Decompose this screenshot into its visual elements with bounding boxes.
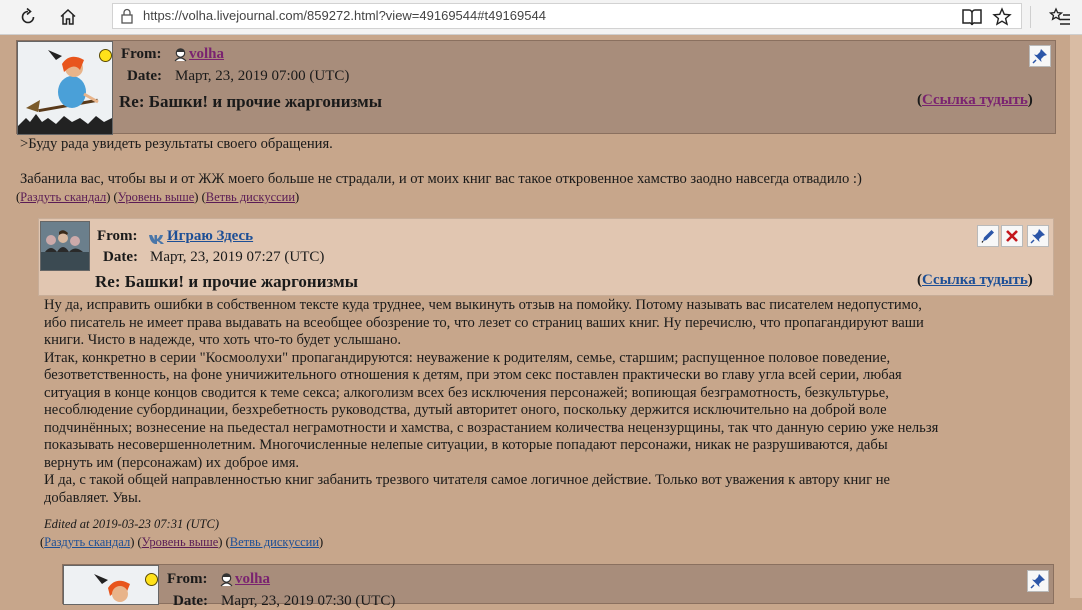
comment-body: Ну да, исправить ошибки в собственном те… [44, 297, 1064, 507]
comment-author-link[interactable]: volha [235, 571, 270, 588]
action-reply-link[interactable]: Раздуть скандал [44, 535, 130, 549]
home-icon[interactable] [54, 3, 82, 31]
favorites-list-icon[interactable] [1046, 3, 1074, 31]
paren-close: ) [1027, 92, 1033, 108]
online-status-icon [99, 49, 112, 62]
permalink: (Ссылка тудыть) [917, 272, 1033, 289]
vk-icon [149, 231, 165, 249]
comment-subject: Re: Башки! и прочие жаргонизмы [119, 92, 382, 111]
body-line: показывать несовершеннолетним. Многочисл… [44, 437, 888, 453]
permalink: (Ссылка тудыть) [917, 92, 1033, 109]
user-head-icon [173, 47, 188, 67]
comment-actions: (Раздуть скандал) (Уровень выше) (Ветвь … [40, 535, 324, 549]
pin-icon [1030, 229, 1045, 244]
action-parent-link[interactable]: Уровень выше [142, 535, 219, 549]
date-label: Date: [127, 68, 162, 84]
comment-body: >Буду рада увидеть результаты своего обр… [20, 136, 1050, 188]
comment-date: Март, 23, 2019 07:30 (UTC) [221, 593, 396, 609]
paren-close: ) [1027, 272, 1033, 288]
permalink-link[interactable]: Ссылка тудыть [922, 92, 1028, 108]
body-line: Итак, конкретно в серии "Космоолухи" про… [44, 349, 891, 366]
edited-timestamp: Edited at 2019-03-23 07:31 (UTC) [44, 517, 219, 531]
toolbar-separator [1030, 6, 1031, 28]
action-thread-link[interactable]: Ветвь дискуссии [206, 190, 295, 204]
date-label: Date: [173, 593, 208, 609]
from-label: From: [97, 228, 138, 244]
track-comment-button[interactable] [1027, 225, 1049, 247]
body-line: ситуация в конце концов сводится к теме … [44, 384, 889, 401]
scrollbar-track[interactable] [1070, 35, 1082, 598]
comment-header: From: volha Date: Март, 23, 2019 07:00 (… [16, 40, 1056, 135]
comment-author-link[interactable]: volha [189, 46, 224, 63]
from-label: From: [167, 571, 208, 587]
delete-x-icon [1006, 230, 1018, 242]
user-head-icon [219, 572, 234, 592]
online-status-icon [145, 573, 158, 586]
track-comment-button[interactable] [1029, 45, 1051, 67]
delete-comment-button[interactable] [1001, 225, 1023, 247]
comment-header: From: volha Date: Март, 23, 2019 07:30 (… [62, 564, 1054, 609]
body-line: безответственность, на фоне уничижительн… [44, 367, 902, 383]
pin-icon [1032, 49, 1047, 64]
body-line: ибо писатель не имеет права выдавать на … [44, 314, 924, 331]
from-label: From: [121, 46, 162, 62]
pencil-icon [981, 230, 994, 243]
favorite-star-icon[interactable] [988, 3, 1016, 31]
browser-toolbar: https://volha.livejournal.com/859272.htm… [0, 0, 1082, 35]
address-bar[interactable]: https://volha.livejournal.com/859272.htm… [112, 3, 1022, 29]
quoted-line: >Буду рада увидеть результаты своего обр… [20, 136, 333, 152]
body-line: Ну да, исправить ошибки в собственном те… [44, 297, 922, 313]
comment-date: Март, 23, 2019 07:00 (UTC) [175, 68, 350, 84]
action-reply-link[interactable]: Раздуть скандал [20, 190, 106, 204]
reader-view-icon[interactable] [958, 3, 986, 31]
body-line: несоблюдение субординации, безхребетност… [44, 402, 887, 418]
refresh-icon[interactable] [14, 3, 42, 31]
comment-actions: (Раздуть скандал) (Уровень выше) (Ветвь … [16, 190, 300, 204]
comment-header: From: Играю Здесь Date: Март, 23, 2019 0… [38, 218, 1054, 296]
body-line: вернуть им (персонажам) их доброе имя. [44, 454, 300, 471]
date-label: Date: [103, 249, 138, 265]
pin-icon [1030, 574, 1045, 589]
permalink-link[interactable]: Ссылка тудыть [922, 272, 1028, 288]
edit-comment-button[interactable] [977, 225, 999, 247]
action-parent-link[interactable]: Уровень выше [118, 190, 195, 204]
body-line: И да, с такой общей направленностью книг… [44, 472, 890, 488]
url-text: https://volha.livejournal.com/859272.htm… [143, 8, 546, 23]
track-comment-button[interactable] [1027, 570, 1049, 592]
avatar[interactable] [40, 221, 90, 271]
body-line: добавляет. Увы. [44, 489, 142, 506]
body-line: подчинённых; вознесение на пьедестал нег… [44, 419, 939, 436]
action-thread-link[interactable]: Ветвь дискуссии [230, 535, 319, 549]
comment-subject: Re: Башки! и прочие жаргонизмы [95, 272, 358, 291]
lock-icon [120, 8, 134, 29]
comment-date: Март, 23, 2019 07:27 (UTC) [150, 249, 325, 265]
body-line: книги. Чисто в надежде, что хоть что-то … [44, 332, 402, 348]
comment-author-link[interactable]: Играю Здесь [167, 228, 253, 245]
body-paragraph: Забанила вас, чтобы вы и от ЖЖ моего бол… [20, 170, 862, 187]
avatar[interactable] [63, 565, 159, 605]
